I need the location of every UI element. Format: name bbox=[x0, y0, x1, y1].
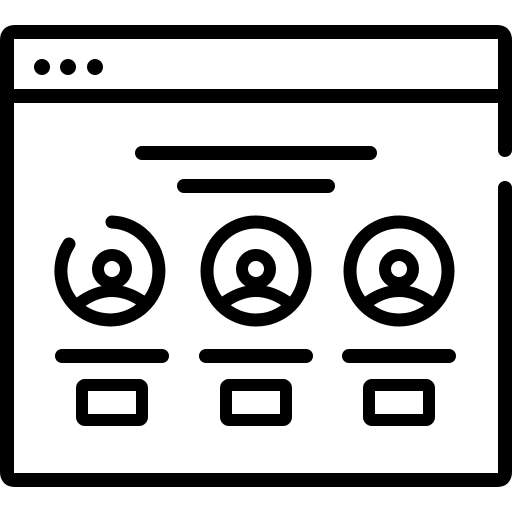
profile-button bbox=[76, 379, 148, 426]
profile-card-2 bbox=[199, 215, 313, 426]
user-avatar-icon bbox=[343, 215, 455, 327]
user-avatar-icon bbox=[54, 215, 166, 327]
user-avatar-icon bbox=[200, 215, 312, 327]
browser-window-team-profiles-icon bbox=[0, 25, 512, 487]
window-dot-1 bbox=[34, 59, 50, 75]
profile-button bbox=[220, 379, 292, 426]
window-dot-3 bbox=[87, 59, 103, 75]
profile-card-3 bbox=[342, 215, 456, 426]
window-dot-2 bbox=[60, 59, 76, 75]
profile-button bbox=[363, 379, 435, 426]
profile-card-1 bbox=[54, 215, 169, 426]
